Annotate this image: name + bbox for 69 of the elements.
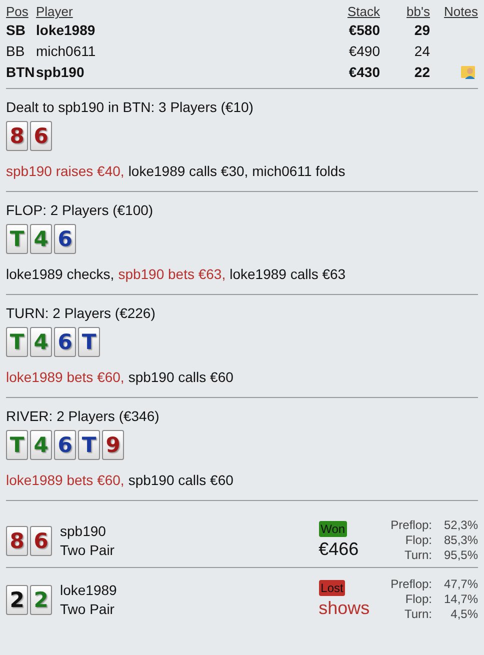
position-label: SB — [6, 22, 26, 38]
column-header[interactable]: Stack — [347, 4, 380, 19]
equity-label: Turn: — [403, 607, 432, 622]
playing-card: 9 — [102, 430, 124, 460]
action-text: spb190 bets €63, — [118, 266, 226, 282]
equity-value: 95,5% — [442, 548, 478, 563]
column-header[interactable]: bb's — [406, 4, 430, 19]
player-name: loke1989 — [60, 582, 118, 598]
playing-card: 6 — [30, 526, 52, 556]
person-note-icon[interactable] — [460, 64, 478, 80]
street-title: Dealt to spb190 in BTN: 3 Players (€10) — [6, 99, 254, 115]
playing-card: T — [6, 224, 28, 254]
playing-card: T — [78, 327, 100, 357]
playing-card: T — [78, 430, 100, 460]
action-text: loke1989 calls €30, mich0611 folds — [128, 163, 346, 179]
playing-card: 6 — [30, 121, 52, 151]
playing-card: 8 — [6, 121, 28, 151]
action-text: spb190 calls €60 — [128, 369, 234, 385]
street-title: FLOP: 2 Players (€100) — [6, 202, 154, 218]
equity-value: 85,3% — [442, 533, 478, 548]
equity-value: 52,3% — [442, 518, 478, 533]
stack-amount: €580 — [348, 22, 380, 38]
playing-card: T — [6, 327, 28, 357]
playing-card: 2 — [30, 584, 52, 614]
result-badge: Lost — [318, 580, 346, 596]
equity-label: Preflop: — [390, 518, 432, 533]
equity-value: 47,7% — [442, 577, 478, 592]
equity-value: 14,7% — [442, 592, 478, 607]
equity-label: Preflop: — [390, 577, 432, 592]
playing-card: 8 — [6, 526, 28, 556]
action-text: loke1989 bets €60, — [6, 369, 124, 385]
player-name: spb190 — [60, 523, 107, 539]
big-blinds-count: 29 — [414, 22, 430, 38]
street-title: TURN: 2 Players (€226) — [6, 305, 156, 321]
player-name: loke1989 — [36, 22, 96, 38]
result-amount: shows — [318, 598, 370, 619]
position-label: BTN — [6, 64, 35, 80]
playing-card: 6 — [54, 224, 76, 254]
player-name: spb190 — [36, 64, 84, 80]
player-name: mich0611 — [36, 42, 96, 58]
hand-rank: Two Pair — [60, 601, 116, 617]
playing-card: 4 — [30, 224, 52, 254]
action-text: spb190 raises €40, — [6, 163, 124, 179]
playing-card: T — [6, 430, 28, 460]
result-amount: €466 — [318, 539, 359, 560]
street-title: RIVER: 2 Players (€346) — [6, 408, 160, 424]
playing-card: 6 — [54, 327, 76, 357]
equity-label: Turn: — [403, 548, 432, 563]
playing-card: 6 — [54, 430, 76, 460]
playing-card: 4 — [30, 430, 52, 460]
column-header[interactable]: Pos — [6, 4, 28, 19]
stack-amount: €430 — [348, 64, 380, 80]
playing-card: 2 — [6, 584, 28, 614]
stack-amount: €490 — [348, 42, 380, 58]
position-label: BB — [6, 42, 25, 58]
equity-label: Flop: — [404, 592, 432, 607]
action-text: loke1989 bets €60, — [6, 472, 124, 488]
action-text: loke1989 checks, — [6, 266, 114, 282]
hand-rank: Two Pair — [60, 542, 116, 558]
big-blinds-count: 22 — [414, 64, 430, 80]
equity-label: Flop: — [404, 533, 432, 548]
column-header[interactable]: Player — [36, 4, 73, 19]
equity-value: 4,5% — [450, 607, 478, 622]
column-header[interactable]: Notes — [444, 4, 478, 19]
action-text: spb190 calls €60 — [128, 472, 234, 488]
playing-card: 4 — [30, 327, 52, 357]
action-text: loke1989 calls €63 — [230, 266, 346, 282]
result-badge: Won — [318, 521, 348, 537]
big-blinds-count: 24 — [414, 42, 430, 58]
